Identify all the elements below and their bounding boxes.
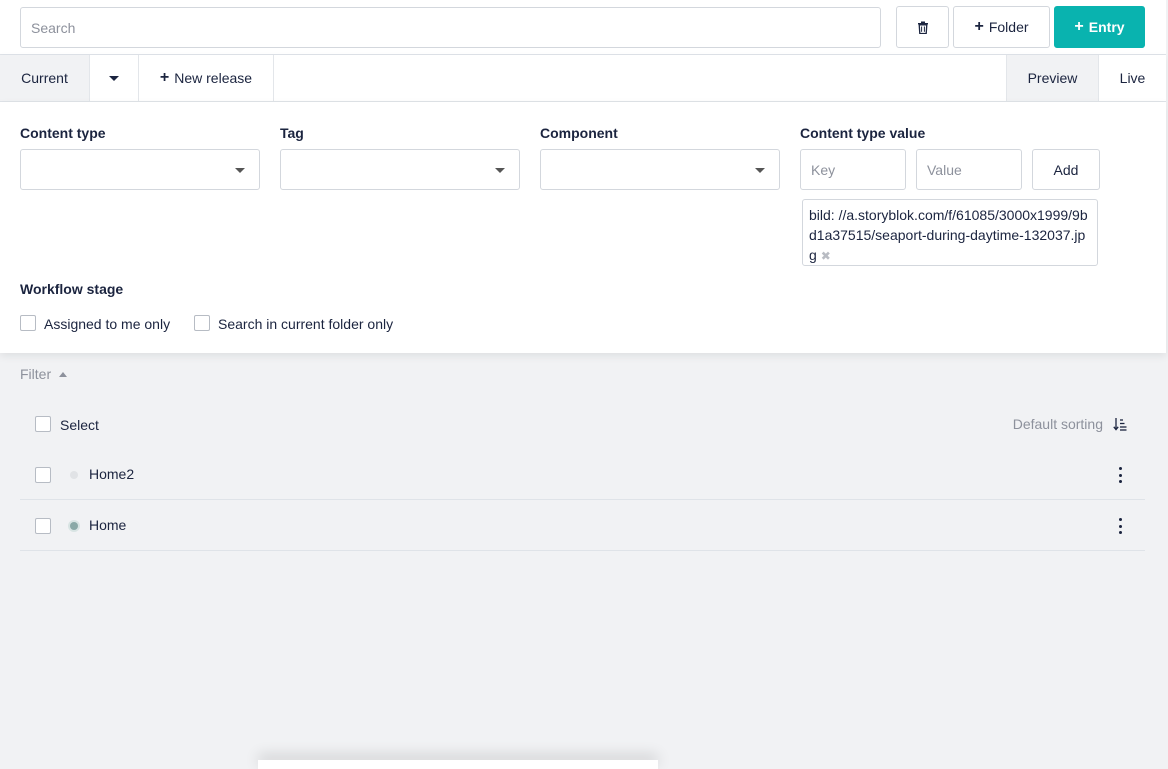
plus-icon: + (159, 69, 170, 86)
top-toolbar: + Folder + Entry (0, 0, 1166, 55)
list-header: Select Default sorting (20, 407, 1145, 443)
preview-label: Preview (1027, 70, 1078, 86)
row-title[interactable]: Home (89, 517, 126, 533)
sort-icon (1113, 418, 1127, 431)
current-release-label: Current (21, 70, 68, 86)
row-checkbox[interactable] (35, 467, 51, 483)
plus-icon: + (1074, 18, 1084, 35)
plus-icon: + (974, 18, 984, 35)
chevron-down-icon (495, 168, 505, 173)
published-status-dot-icon (70, 522, 78, 530)
list-item[interactable]: Home2 (20, 449, 1145, 500)
add-value-button[interactable]: Add (1032, 149, 1100, 190)
add-entry-button[interactable]: + Entry (1054, 6, 1145, 48)
key-input[interactable] (800, 149, 906, 190)
new-release-button[interactable]: + New release (139, 55, 274, 101)
add-folder-button[interactable]: + Folder (953, 6, 1050, 48)
add-entry-label: Entry (1088, 19, 1125, 35)
new-release-label: New release (174, 70, 253, 86)
workflow-stage-label: Workflow stage (20, 281, 124, 297)
more-options-icon[interactable] (1117, 518, 1123, 534)
release-dropdown-toggle[interactable] (90, 55, 139, 101)
component-select[interactable] (540, 149, 780, 190)
assigned-to-me-checkbox[interactable] (20, 315, 36, 331)
content-type-select[interactable] (20, 149, 260, 190)
value-input[interactable] (916, 149, 1022, 190)
add-value-label: Add (1053, 161, 1079, 178)
chevron-down-icon (755, 168, 765, 173)
active-filter-tag: bild: //a.storyblok.com/f/61085/3000x199… (802, 199, 1098, 266)
draft-status-dot-icon (70, 471, 78, 479)
current-release-tab[interactable]: Current (0, 55, 90, 101)
chevron-down-icon (109, 75, 119, 81)
search-input[interactable] (20, 7, 881, 48)
search-current-folder-checkbox[interactable] (194, 315, 210, 331)
search-current-folder-label: Search in current folder only (218, 316, 394, 332)
trash-icon (917, 21, 928, 34)
component-label: Component (540, 125, 618, 141)
filter-toggle-label: Filter (20, 366, 52, 382)
bottom-panel-edge (258, 760, 658, 769)
live-tab[interactable]: Live (1099, 55, 1166, 101)
row-checkbox[interactable] (35, 518, 51, 534)
close-icon[interactable]: ✖ (821, 249, 831, 263)
filter-toggle[interactable]: Filter (20, 366, 68, 382)
select-all-checkbox[interactable] (35, 416, 51, 432)
chevron-down-icon (235, 168, 245, 173)
more-options-icon[interactable] (1117, 467, 1123, 483)
select-all-label: Select (60, 417, 99, 433)
chevron-up-icon (59, 371, 68, 377)
sorting-dropdown[interactable]: Default sorting (1013, 416, 1127, 432)
live-label: Live (1119, 70, 1146, 86)
preview-tab[interactable]: Preview (1006, 55, 1099, 101)
active-filter-text: bild: //a.storyblok.com/f/61085/3000x199… (809, 207, 1088, 263)
content-type-label: Content type (20, 125, 106, 141)
content-type-value-label: Content type value (800, 125, 926, 141)
add-folder-label: Folder (988, 19, 1029, 35)
tag-label: Tag (280, 125, 304, 141)
list-item[interactable]: Home (20, 500, 1145, 551)
row-title[interactable]: Home2 (89, 466, 134, 482)
tag-select[interactable] (280, 149, 520, 190)
filter-panel: Content type Tag Component Content type … (0, 102, 1166, 353)
sorting-label: Default sorting (1012, 416, 1103, 432)
release-bar: Current + New release Preview Live (0, 55, 1166, 102)
assigned-to-me-label: Assigned to me only (44, 316, 171, 332)
delete-button[interactable] (896, 6, 949, 48)
